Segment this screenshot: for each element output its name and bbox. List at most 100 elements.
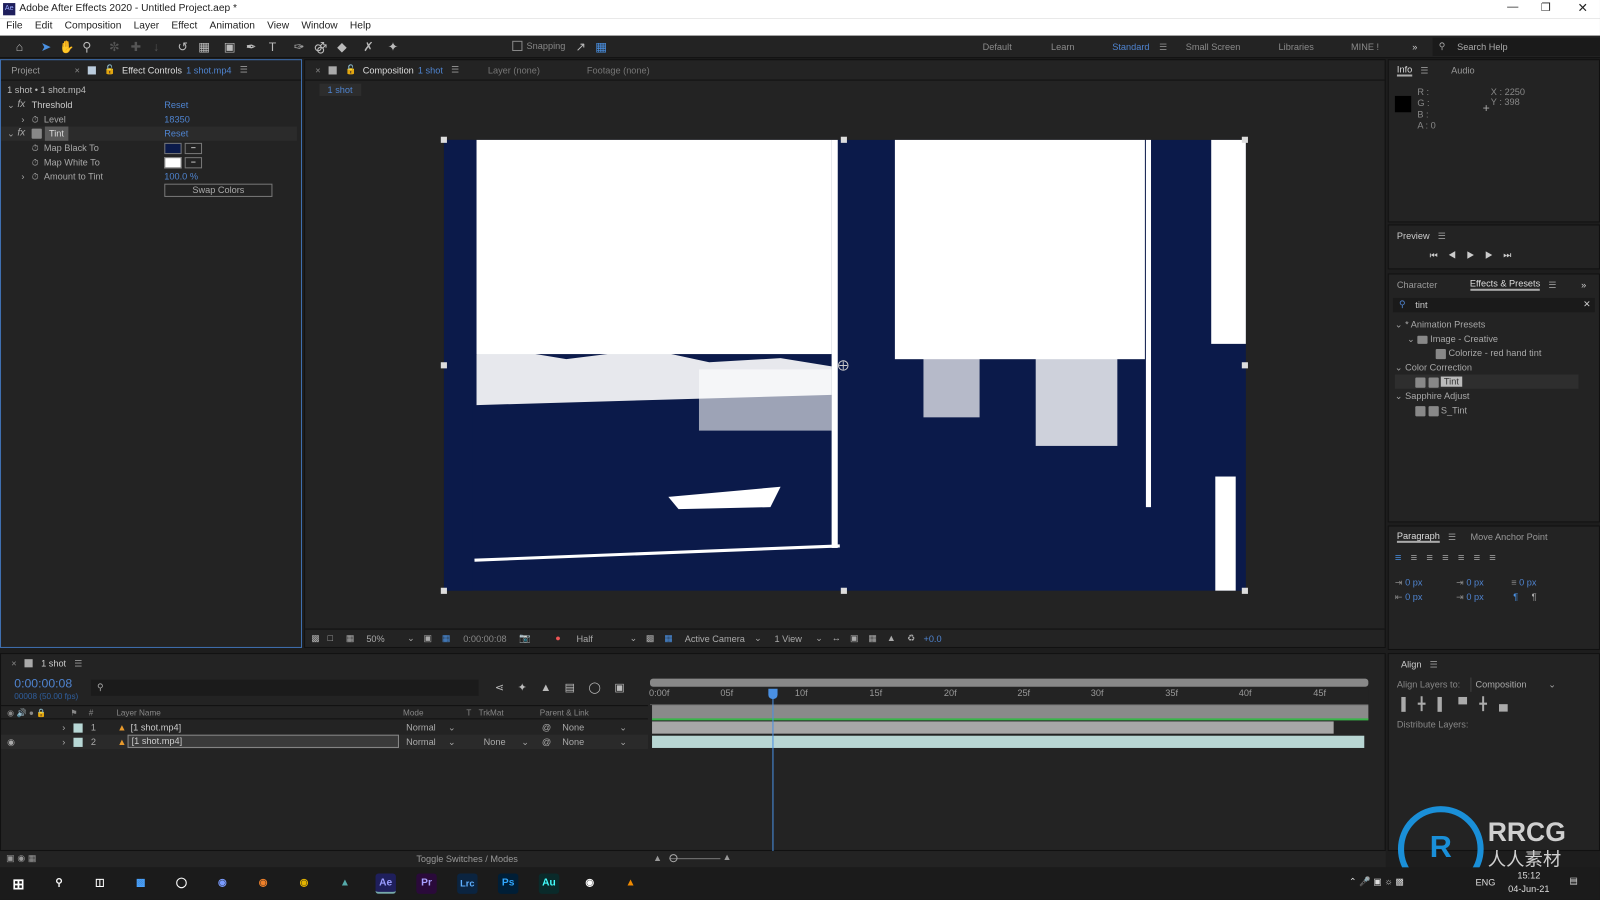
lightroom-taskbar-icon[interactable]: Lrc [457, 873, 478, 894]
tree-item-s-tint[interactable]: S_Tint [1395, 403, 1579, 417]
exposure-value[interactable]: +0.0 [923, 634, 941, 644]
premiere-taskbar-icon[interactable]: Pr [416, 873, 437, 894]
layer-name[interactable]: [1 shot.mp4] [131, 720, 182, 734]
chevron-down-icon[interactable]: ⌄ [815, 633, 823, 644]
tab-effects-presets[interactable]: Effects & Presets [1469, 279, 1541, 291]
zoom-in-icon[interactable]: ▲ [722, 852, 731, 862]
handle-tr[interactable] [1241, 136, 1248, 143]
visibility-icon[interactable]: ◉ 🔊 ● 🔒 [7, 706, 46, 719]
layer-bar-2[interactable] [652, 735, 1365, 748]
align-v-center-icon[interactable]: ╋ [1479, 697, 1499, 711]
align-top-edges-icon[interactable]: ▀ [1458, 697, 1479, 711]
ltr-direction-icon[interactable]: ¶ [1513, 592, 1518, 602]
menu-animation[interactable]: Animation [203, 18, 261, 35]
lock-icon[interactable]: 🔓 [345, 64, 356, 75]
menu-composition[interactable]: Composition [59, 18, 128, 35]
toggle-pixel-aspect-icon[interactable]: ↔ [832, 633, 841, 643]
pen-tool-icon[interactable]: ✒ [244, 40, 258, 54]
anchor-tool-icon[interactable]: ▦ [197, 40, 211, 54]
notifications-icon[interactable]: ▤ [1569, 876, 1578, 887]
transparency-grid-icon[interactable]: ▦ [442, 633, 451, 644]
map-white-swatch[interactable] [164, 157, 182, 169]
zoom-out-icon[interactable]: ▲ [653, 853, 662, 863]
panel-menu-icon[interactable]: ☰ [74, 658, 82, 669]
rectangle-tool-icon[interactable]: ▣ [222, 40, 236, 54]
panel-menu-icon[interactable]: ☰ [1448, 531, 1456, 542]
pan-tool-icon[interactable]: ✚ [129, 40, 143, 54]
indent-left-field[interactable]: ⇥ 0 px [1395, 578, 1423, 589]
space-after-field[interactable]: ⇥ 0 px [1456, 592, 1484, 603]
effect-threshold[interactable]: ⌄ fx Threshold Reset [1, 98, 297, 112]
dolly-tool-icon[interactable]: ↓ [149, 40, 163, 54]
menu-effect[interactable]: Effect [165, 18, 203, 35]
tree-item-sapphire-adjust[interactable]: ⌄ Sapphire Adjust [1395, 389, 1579, 403]
anchor-point-icon[interactable]: ⨁ [838, 358, 849, 371]
fx-icon[interactable]: fx [17, 127, 25, 141]
clock-date[interactable]: 04-Jun-21 [1508, 884, 1549, 894]
label-color[interactable] [73, 737, 83, 747]
roto-brush-icon[interactable]: ✗ [361, 40, 375, 54]
effect-tint[interactable]: ⌄ fx Tint Reset [1, 126, 297, 141]
level-value[interactable]: 18350 [164, 112, 190, 126]
audition-taskbar-icon[interactable]: Au [538, 873, 560, 894]
flowchart-icon[interactable]: ▦ [868, 633, 877, 644]
layer-name[interactable]: [1 shot.mp4] [127, 734, 399, 748]
tab-composition[interactable]: Composition [363, 65, 414, 75]
timeline-search-input[interactable]: ⚲ [90, 679, 479, 696]
panel-menu-icon[interactable]: ☰ [240, 64, 248, 75]
camera-dropdown[interactable]: Active Camera [685, 634, 745, 644]
panel-menu-icon[interactable]: ☰ [451, 64, 459, 75]
stopwatch-icon[interactable]: ⏱ [32, 155, 39, 169]
tab-audio[interactable]: Audio [1451, 65, 1475, 75]
justify-right-icon[interactable]: ≡ [1474, 552, 1490, 564]
fx-icon[interactable]: fx [17, 98, 25, 112]
align-right-icon[interactable]: ≡ [1426, 552, 1442, 564]
panel-menu-icon[interactable]: ☰ [1430, 659, 1438, 670]
audio-app-icon[interactable]: ◉ [580, 873, 600, 893]
panel-menu-icon[interactable]: ☰ [1548, 279, 1556, 290]
tree-item-colorize[interactable]: Colorize - red hand tint [1395, 346, 1579, 360]
layer-bar-1[interactable] [652, 721, 1334, 734]
indent-right-field[interactable]: ⇥ 0 px [1456, 578, 1484, 589]
tab-timeline-comp[interactable]: 1 shot [41, 658, 66, 668]
tree-item-tint[interactable]: Tint [1394, 374, 1579, 389]
draft-3d-icon[interactable]: ✦ [518, 682, 541, 694]
snapshot-icon[interactable]: 📷 [519, 633, 530, 644]
space-before-field[interactable]: ≡ 0 px [1511, 578, 1536, 588]
workspace-learn[interactable]: Learn [1051, 42, 1075, 52]
restore-icon[interactable]: ❐ [1541, 1, 1551, 14]
menu-layer[interactable]: Layer [128, 18, 166, 35]
tree-item-color-correction[interactable]: ⌄ Color Correction [1395, 360, 1579, 374]
app-icon[interactable]: ◯ [171, 873, 191, 893]
handle-mr[interactable] [1241, 362, 1248, 369]
comp-nav-tab[interactable]: 1 shot [319, 83, 361, 96]
tab-effect-controls[interactable]: Effect Controls [122, 65, 182, 75]
tree-item-image-creative[interactable]: ⌄ Image - Creative [1395, 332, 1579, 346]
handle-br[interactable] [1241, 587, 1248, 594]
app-icon[interactable]: ▲ [335, 873, 355, 893]
language-indicator[interactable]: ENG [1475, 878, 1495, 888]
lock-icon[interactable]: 🔓 [104, 64, 115, 75]
graph-editor-icon[interactable]: ▣ [614, 682, 638, 694]
shy-layers-icon[interactable]: ▲ [540, 682, 564, 694]
resolution-dropdown[interactable]: Half [577, 634, 593, 644]
rtl-direction-icon[interactable]: ¶ [1532, 592, 1537, 602]
render-3d-icon[interactable]: ▣ [850, 633, 859, 644]
mode-dropdown[interactable]: Normal [406, 720, 436, 734]
type-tool-icon[interactable]: T [265, 40, 279, 54]
tab-character[interactable]: Character [1397, 280, 1437, 290]
trkmat-dropdown[interactable]: None [484, 735, 506, 749]
current-time-display[interactable]: 0:00:00:08 [463, 634, 506, 644]
align-right-edges-icon[interactable]: ▌ [1437, 697, 1458, 711]
frame-blending-icon[interactable]: ▤ [565, 682, 589, 694]
eyedropper-icon[interactable]: ━ [184, 157, 203, 169]
menu-file[interactable]: File [0, 18, 29, 35]
blender-icon[interactable]: ◉ [253, 873, 273, 893]
layer-row[interactable]: › 1 ▲ [1 shot.mp4] Normal ⌄ @ None ⌄ [1, 720, 648, 734]
clock-time[interactable]: 15:12 [1517, 870, 1540, 880]
tint-reset[interactable]: Reset [164, 127, 188, 141]
workspace-mine[interactable]: MINE ! [1351, 42, 1379, 52]
tab-layer[interactable]: Layer (none) [488, 65, 540, 75]
file-explorer-icon[interactable]: ▩ [131, 873, 151, 893]
handle-tl[interactable] [440, 136, 447, 143]
